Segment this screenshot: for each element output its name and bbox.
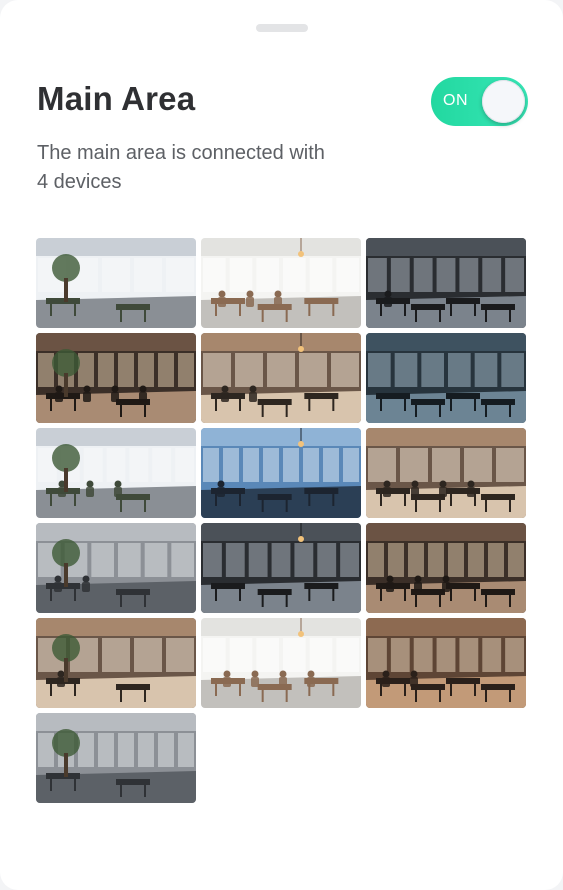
photo-open-office-pendant-lights[interactable] — [201, 333, 361, 423]
photo-white-office-rows[interactable] — [201, 618, 361, 708]
photo-office-plant-window[interactable] — [36, 238, 196, 328]
photo-meeting-room-people[interactable] — [36, 333, 196, 423]
toggle-label: ON — [443, 92, 468, 109]
photo-team-laptops-table[interactable] — [366, 428, 526, 518]
main-area-toggle[interactable]: ON — [431, 77, 528, 126]
photo-glass-door-hallway[interactable] — [36, 713, 196, 803]
page-title: Main Area — [37, 80, 196, 117]
photo-large-open-office[interactable] — [36, 523, 196, 613]
photo-wooden-slats-office[interactable] — [366, 618, 526, 708]
photo-dark-loft-windows[interactable] — [366, 238, 526, 328]
connection-description: The main area is connected with 4 device… — [37, 142, 325, 193]
sheet-grabber-handle[interactable] — [256, 24, 308, 32]
photo-busy-coworking[interactable] — [36, 618, 196, 708]
main-area-sheet: Main Area The main area is connected wit… — [0, 0, 563, 890]
photo-dark-corridor-office[interactable] — [366, 333, 526, 423]
photo-glass-wall-skyline[interactable] — [201, 428, 361, 518]
photo-white-desk-room[interactable] — [201, 238, 361, 328]
toggle-knob — [482, 80, 525, 123]
photo-desk-computer-city-view[interactable] — [36, 428, 196, 518]
photo-gallery — [36, 238, 528, 803]
photo-dark-office-people[interactable] — [201, 523, 361, 613]
photo-presentation-table[interactable] — [366, 523, 526, 613]
